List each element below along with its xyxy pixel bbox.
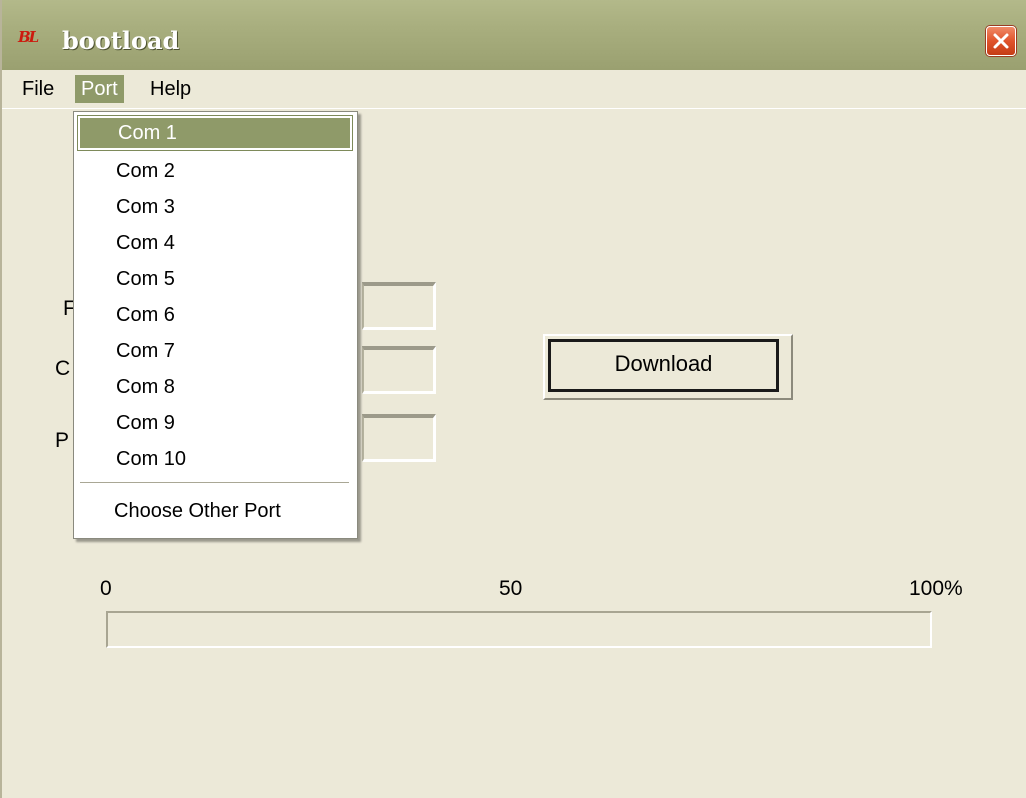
port-option-com7[interactable]: Com 7	[78, 334, 352, 368]
port-option-com2[interactable]: Com 2	[78, 154, 352, 188]
menu-bar: File Port Help	[2, 70, 1026, 109]
field-label-c: C	[55, 357, 71, 380]
progress-scale-end: 100%	[909, 577, 963, 600]
bootload-window: BL bootload File Port Help F C P Downloa…	[0, 0, 1026, 798]
menu-port[interactable]: Port	[75, 75, 124, 103]
close-icon	[993, 33, 1009, 49]
choose-other-port-option[interactable]: Choose Other Port	[114, 496, 281, 526]
download-button[interactable]: Download	[543, 334, 793, 400]
field-label-p: P	[55, 429, 70, 452]
progress-scale-start: 0	[100, 577, 112, 600]
field-input-p[interactable]	[362, 414, 436, 462]
menu-separator	[80, 482, 349, 484]
progress-scale-mid: 50	[499, 577, 523, 600]
port-option-com3[interactable]: Com 3	[78, 190, 352, 224]
port-option-com5[interactable]: Com 5	[78, 262, 352, 296]
menu-help[interactable]: Help	[144, 75, 197, 103]
field-input-c[interactable]	[362, 346, 436, 394]
port-option-com1[interactable]: Com 1	[77, 115, 353, 151]
port-dropdown-menu: Com 1 Com 2 Com 3 Com 4 Com 5 Com 6 Com …	[73, 111, 358, 539]
port-option-com9[interactable]: Com 9	[78, 406, 352, 440]
download-button-label: Download	[548, 339, 779, 392]
close-button[interactable]	[986, 26, 1016, 56]
window-title: bootload	[62, 26, 180, 55]
download-progress-bar	[106, 611, 932, 648]
port-option-com6[interactable]: Com 6	[78, 298, 352, 332]
port-option-com4[interactable]: Com 4	[78, 226, 352, 260]
port-option-com8[interactable]: Com 8	[78, 370, 352, 404]
bl-app-icon: BL	[18, 28, 39, 46]
field-input-f[interactable]	[362, 282, 436, 330]
title-bar[interactable]: BL bootload	[2, 0, 1026, 71]
port-option-com10[interactable]: Com 10	[78, 442, 352, 476]
menu-file[interactable]: File	[16, 75, 60, 103]
